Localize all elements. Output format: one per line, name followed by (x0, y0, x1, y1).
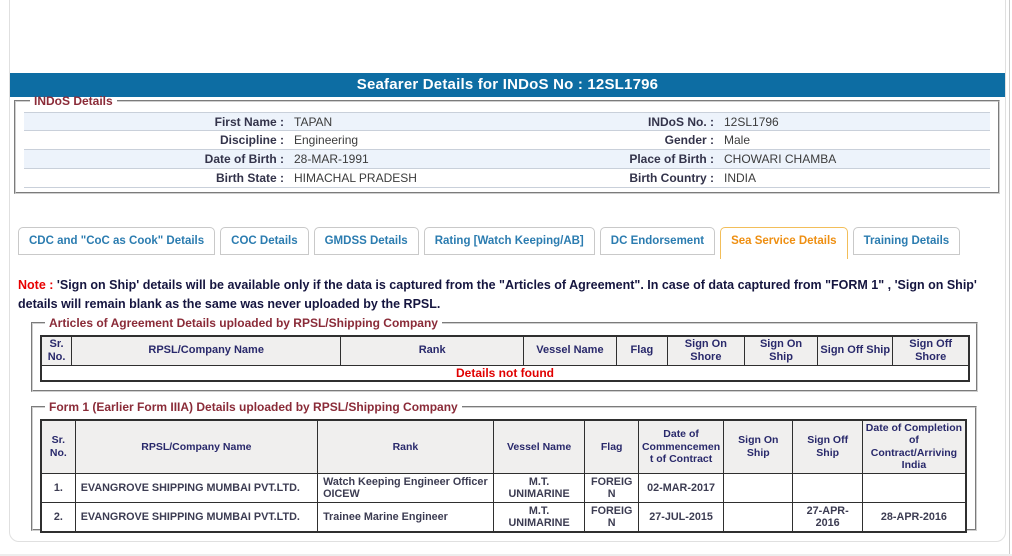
cell-company: EVANGROVE SHIPPING MUMBAI PVT.LTD. (74, 501, 319, 532)
table-row: 2. EVANGROVE SHIPPING MUMBAI PVT.LTD. Tr… (40, 501, 967, 532)
details-not-found-message: Details not found (40, 364, 970, 382)
page-edge-line (1009, 0, 1010, 556)
column-header: Vessel Name (492, 419, 586, 474)
cell-completion-date (861, 472, 967, 503)
tab-training-details[interactable]: Training Details (852, 227, 961, 255)
column-header: Sign On Ship (723, 419, 794, 474)
articles-legend: Articles of Agreement Details uploaded b… (49, 316, 438, 330)
indos-row: Discipline : Engineering Gender : Male (24, 131, 990, 150)
column-header: Rank (317, 419, 494, 474)
note-prefix: Note : (18, 278, 54, 292)
cell-rank: Watch Keeping Engineer Officer OICEW (317, 472, 494, 503)
articles-table: Sr. No. RPSL/Company Name Rank Vessel Na… (40, 335, 970, 383)
field-label: Birth State : (215, 171, 284, 185)
cell-sign-off-ship (792, 472, 863, 503)
indos-row: Date of Birth : 28-MAR-1991 Place of Bir… (24, 150, 990, 169)
indos-row: First Name : TAPAN INDoS No. : 12SL1796 (24, 112, 990, 131)
column-header: Sr. No. (40, 419, 76, 474)
note-text: Note : 'Sign on Ship' details will be av… (18, 276, 994, 315)
cell-company: EVANGROVE SHIPPING MUMBAI PVT.LTD. (74, 472, 319, 503)
column-header: Date of Completion of Contract/Arriving … (861, 419, 967, 474)
field-label: Place of Birth : (629, 152, 714, 166)
tab-bar: CDC and "CoC as Cook" Details COC Detail… (18, 227, 961, 259)
field-label: Birth Country : (629, 171, 714, 185)
indos-details-legend: INDoS Details (34, 94, 113, 108)
field-value: 12SL1796 (724, 114, 779, 129)
column-header: Sign On Shore (666, 335, 745, 366)
field-value: Engineering (294, 133, 359, 147)
field-label: INDoS No. : (648, 114, 714, 129)
form1-legend: Form 1 (Earlier Form IIIA) Details uploa… (49, 400, 458, 414)
cell-sign-on-ship (723, 472, 794, 503)
tab-dc-endorsement[interactable]: DC Endorsement (599, 227, 716, 255)
field-label: Gender : (664, 133, 714, 147)
field-label: First Name : (214, 114, 284, 129)
articles-of-agreement-fieldset: Articles of Agreement Details uploaded b… (31, 316, 978, 392)
column-header: Vessel Name (523, 335, 617, 366)
cell-sign-off-ship: 27-APR-2016 (792, 501, 863, 532)
table-row: 1. EVANGROVE SHIPPING MUMBAI PVT.LTD. Wa… (40, 472, 967, 503)
column-header: Sign Off Shore (892, 335, 970, 366)
field-value: HIMACHAL PRADESH (294, 171, 417, 185)
field-value: Male (724, 133, 751, 147)
column-header: Flag (615, 335, 668, 366)
column-header: Sign On Ship (743, 335, 819, 366)
cell-completion-date: 28-APR-2016 (861, 501, 967, 532)
field-label: Discipline : (219, 133, 284, 147)
field-value: CHOWARI CHAMBA (724, 152, 837, 166)
cell-sign-on-ship (723, 501, 794, 532)
column-header: RPSL/Company Name (71, 335, 342, 366)
form1-table: Sr. No. RPSL/Company Name Rank Vessel Na… (40, 419, 967, 533)
cell-vessel: M.T. UNIMARINE (492, 501, 586, 532)
indos-details-fieldset: INDoS Details First Name : TAPAN INDoS N… (14, 94, 1000, 194)
field-value: INDIA (724, 171, 757, 185)
column-header: RPSL/Company Name (74, 419, 319, 474)
cell-commencement-date: 27-JUL-2015 (638, 501, 725, 532)
note-body: 'Sign on Ship' details will be available… (18, 278, 977, 312)
column-header: Date of Commencement of Contract (638, 419, 725, 474)
form1-fieldset: Form 1 (Earlier Form IIIA) Details uploa… (31, 400, 977, 533)
cell-sr-no: 2. (40, 501, 76, 532)
tab-sea-service-details[interactable]: Sea Service Details (720, 227, 848, 259)
column-header: Rank (340, 335, 525, 366)
cell-vessel: M.T. UNIMARINE (492, 472, 586, 503)
table-header-row: Sr. No. RPSL/Company Name Rank Vessel Na… (40, 335, 970, 366)
indos-row: Birth State : HIMACHAL PRADESH Birth Cou… (24, 169, 990, 188)
field-value: 28-MAR-1991 (294, 152, 369, 166)
column-header: Sign Off Ship (792, 419, 863, 474)
column-header: Sign Off Ship (817, 335, 894, 366)
table-header-row: Sr. No. RPSL/Company Name Rank Vessel Na… (40, 419, 967, 474)
tab-coc-details[interactable]: COC Details (220, 227, 309, 255)
empty-row: Details not found (40, 364, 970, 382)
column-header: Flag (584, 419, 640, 474)
tab-rating-watch-keeping-ab[interactable]: Rating [Watch Keeping/AB] (423, 227, 595, 255)
cell-flag: FOREIGN (584, 501, 640, 532)
field-value: TAPAN (294, 114, 333, 129)
cell-sr-no: 1. (40, 472, 76, 503)
field-label: Date of Birth : (204, 152, 284, 166)
cell-flag: FOREIGN (584, 472, 640, 503)
cell-rank: Trainee Marine Engineer (317, 501, 494, 532)
tab-cdc-coc-as-cook-details[interactable]: CDC and "CoC as Cook" Details (18, 227, 216, 255)
column-header: Sr. No. (40, 335, 73, 366)
tab-gmdss-details[interactable]: GMDSS Details (313, 227, 419, 255)
cell-commencement-date: 02-MAR-2017 (638, 472, 725, 503)
